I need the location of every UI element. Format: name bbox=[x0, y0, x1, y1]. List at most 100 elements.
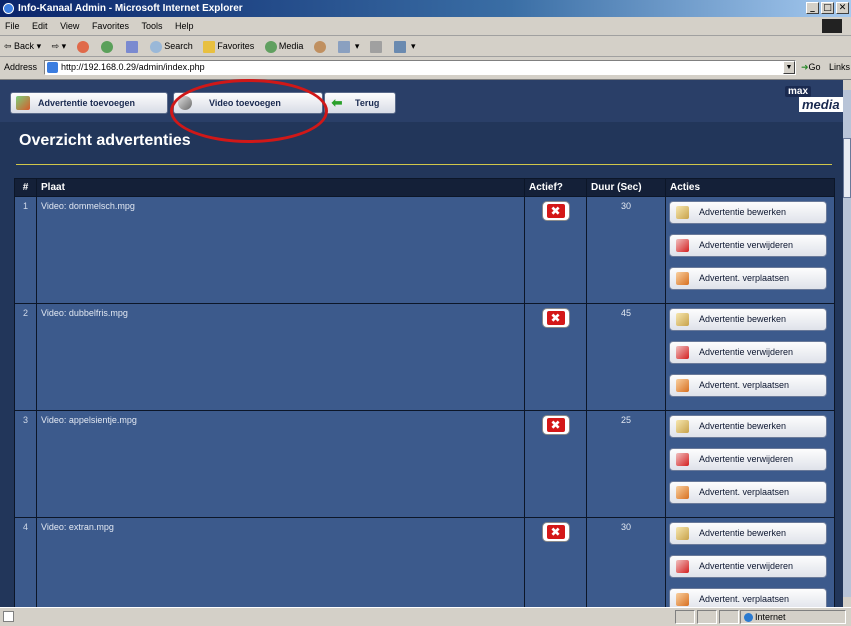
favorites-button[interactable]: Favorites bbox=[203, 36, 254, 56]
media-icon bbox=[264, 40, 277, 53]
edit-pencil-icon bbox=[676, 206, 689, 219]
address-bar: Address http://192.168.0.29/admin/index.… bbox=[0, 57, 851, 80]
page-icon bbox=[47, 62, 58, 73]
security-zone: Internet bbox=[740, 610, 846, 624]
table-row: 1 Video: dommelsch.mpg ✖ 30 Advertentie … bbox=[14, 196, 835, 304]
menu-view[interactable]: View bbox=[60, 21, 79, 31]
window-title-bar[interactable]: Info-Kanaal Admin - Microsoft Internet E… bbox=[0, 0, 851, 17]
refresh-icon bbox=[101, 40, 114, 53]
refresh-button[interactable] bbox=[101, 36, 115, 56]
mail-button[interactable]: ▾ bbox=[338, 36, 359, 56]
scrollbar-thumb[interactable] bbox=[843, 138, 851, 198]
column-header-num: # bbox=[14, 178, 37, 197]
stop-button[interactable] bbox=[76, 36, 91, 56]
back-nav-button[interactable]: ⬅ Terug bbox=[324, 92, 396, 114]
forward-button[interactable]: ⇨ ▾ bbox=[52, 36, 67, 56]
column-header-duration[interactable]: Duur (Sec) bbox=[586, 178, 666, 197]
page-title: Overzicht advertenties bbox=[19, 132, 191, 149]
scroll-down-arrow[interactable] bbox=[843, 597, 851, 607]
mail-icon bbox=[338, 40, 351, 53]
vertical-scrollbar[interactable] bbox=[843, 80, 851, 607]
column-header-place[interactable]: Plaat bbox=[36, 178, 525, 197]
edit-pencil-icon bbox=[676, 527, 689, 540]
inactive-x-icon[interactable]: ✖ bbox=[541, 308, 570, 328]
menu-edit[interactable]: Edit bbox=[32, 21, 48, 31]
inactive-x-icon[interactable]: ✖ bbox=[541, 415, 570, 435]
print-button[interactable] bbox=[369, 36, 384, 56]
delete-advertisement-button[interactable]: Advertentie verwijderen bbox=[669, 341, 827, 364]
menu-favorites[interactable]: Favorites bbox=[92, 21, 129, 31]
print-icon bbox=[369, 40, 382, 53]
row-number: 1 bbox=[14, 196, 37, 304]
scroll-up-arrow[interactable] bbox=[843, 80, 851, 90]
move-advertisement-button[interactable]: Advertent. verplaatsen bbox=[669, 588, 827, 607]
row-actions: Advertentie bewerken Advertentie verwijd… bbox=[665, 410, 835, 518]
edit-page-button[interactable]: ▾ bbox=[394, 36, 415, 56]
home-button[interactable] bbox=[125, 36, 140, 56]
inactive-x-icon[interactable]: ✖ bbox=[541, 522, 570, 542]
move-advertisement-button[interactable]: Advertent. verplaatsen bbox=[669, 267, 827, 290]
add-advertisement-icon bbox=[16, 96, 30, 110]
edit-pencil-icon bbox=[676, 420, 689, 433]
delete-advertisement-button[interactable]: Advertentie verwijderen bbox=[669, 234, 827, 257]
minimize-button[interactable]: _ bbox=[806, 2, 819, 14]
status-panel bbox=[697, 610, 717, 624]
add-video-button[interactable]: Video toevoegen bbox=[173, 92, 323, 114]
move-icon bbox=[676, 379, 689, 392]
add-advertisement-button[interactable]: Advertentie toevoegen bbox=[10, 92, 168, 114]
links-button[interactable]: Links bbox=[829, 62, 850, 72]
search-button[interactable]: Search bbox=[150, 36, 193, 56]
title-divider bbox=[16, 164, 832, 165]
row-actions: Advertentie bewerken Advertentie verwijd… bbox=[665, 196, 835, 304]
row-actions: Advertentie bewerken Advertentie verwijd… bbox=[665, 517, 835, 607]
edit-advertisement-button[interactable]: Advertentie bewerken bbox=[669, 201, 827, 224]
go-button[interactable]: ➜Go bbox=[801, 62, 821, 73]
delete-advertisement-button[interactable]: Advertentie verwijderen bbox=[669, 448, 827, 471]
media-button[interactable]: Media bbox=[264, 36, 303, 56]
address-input[interactable]: http://192.168.0.29/admin/index.php bbox=[44, 60, 796, 75]
row-number: 2 bbox=[14, 303, 37, 411]
table-row: 2 Video: dubbelfris.mpg ✖ 45 Advertentie… bbox=[14, 303, 835, 411]
inactive-x-icon[interactable]: ✖ bbox=[541, 201, 570, 221]
advertisements-table: # Plaat Actief? Duur (Sec) Acties 1 Vide… bbox=[14, 178, 835, 607]
move-icon bbox=[676, 486, 689, 499]
window-controls: _ □ ✕ bbox=[806, 2, 849, 14]
go-arrow-icon: ➜ bbox=[801, 62, 809, 72]
column-header-active[interactable]: Actief? bbox=[524, 178, 587, 197]
status-panel bbox=[675, 610, 695, 624]
move-advertisement-button[interactable]: Advertent. verplaatsen bbox=[669, 374, 827, 397]
menu-tools[interactable]: Tools bbox=[141, 21, 162, 31]
edit-advertisement-button[interactable]: Advertentie bewerken bbox=[669, 415, 827, 438]
row-actions: Advertentie bewerken Advertentie verwijd… bbox=[665, 303, 835, 411]
back-button[interactable]: ⇦ Back ▾ bbox=[4, 36, 41, 56]
edit-icon bbox=[394, 40, 407, 53]
green-back-arrow-icon: ⬅ bbox=[331, 95, 343, 110]
delete-advertisement-button[interactable]: Advertentie verwijderen bbox=[669, 555, 827, 578]
history-icon bbox=[313, 40, 326, 53]
edit-advertisement-button[interactable]: Advertentie bewerken bbox=[669, 522, 827, 545]
delete-icon bbox=[676, 560, 689, 573]
close-button[interactable]: ✕ bbox=[836, 2, 849, 14]
row-active-cell: ✖ bbox=[524, 303, 587, 411]
row-duration: 30 bbox=[586, 517, 666, 607]
address-dropdown-button[interactable]: ▼ bbox=[783, 61, 795, 74]
address-url: http://192.168.0.29/admin/index.php bbox=[61, 62, 205, 72]
maximize-button[interactable]: □ bbox=[821, 2, 834, 14]
edit-advertisement-button[interactable]: Advertentie bewerken bbox=[669, 308, 827, 331]
admin-nav-bar: Advertentie toevoegen Video toevoegen ⬅ … bbox=[0, 80, 843, 122]
row-number: 4 bbox=[14, 517, 37, 607]
menu-help[interactable]: Help bbox=[175, 21, 194, 31]
edit-pencil-icon bbox=[676, 313, 689, 326]
stop-icon bbox=[76, 40, 89, 53]
row-active-cell: ✖ bbox=[524, 517, 587, 607]
table-row: 3 Video: appelsientje.mpg ✖ 25 Advertent… bbox=[14, 410, 835, 518]
table-header-row: # Plaat Actief? Duur (Sec) Acties bbox=[14, 178, 835, 197]
address-label: Address bbox=[4, 62, 38, 72]
row-place: Video: appelsientje.mpg bbox=[36, 410, 525, 518]
menu-file[interactable]: File bbox=[5, 21, 20, 31]
history-button[interactable] bbox=[313, 36, 328, 56]
row-place: Video: dubbelfris.mpg bbox=[36, 303, 525, 411]
row-duration: 25 bbox=[586, 410, 666, 518]
page-content: Advertentie toevoegen Video toevoegen ⬅ … bbox=[0, 80, 843, 607]
move-advertisement-button[interactable]: Advertent. verplaatsen bbox=[669, 481, 827, 504]
